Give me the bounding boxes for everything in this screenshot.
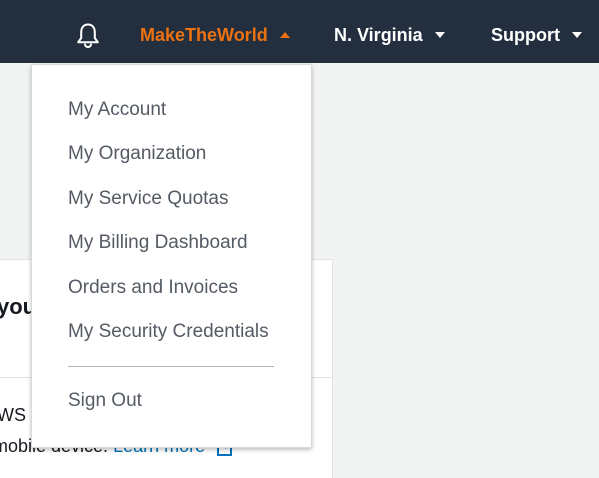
sign-out-button[interactable]: Sign Out bbox=[68, 389, 142, 413]
account-menu-toggle[interactable]: MakeTheWorld bbox=[140, 24, 290, 46]
account-dropdown-menu: My Account My Organization My Service Qu… bbox=[31, 64, 312, 448]
menu-item-my-billing-dashboard[interactable]: My Billing Dashboard bbox=[68, 231, 248, 255]
region-selector[interactable]: N. Virginia bbox=[334, 24, 445, 46]
menu-item-my-service-quotas[interactable]: My Service Quotas bbox=[68, 187, 229, 211]
support-menu[interactable]: Support bbox=[491, 24, 582, 46]
caret-down-icon bbox=[434, 31, 445, 38]
region-label: N. Virginia bbox=[334, 25, 423, 45]
menu-item-my-organization[interactable]: My Organization bbox=[68, 142, 206, 166]
menu-item-my-account[interactable]: My Account bbox=[68, 98, 166, 122]
top-navigation-bar: MakeTheWorld N. Virginia Support bbox=[0, 0, 599, 63]
card-text-line: WS bbox=[0, 405, 26, 425]
console-page: MakeTheWorld N. Virginia Support you WS … bbox=[0, 0, 599, 478]
support-label: Support bbox=[491, 25, 560, 45]
caret-up-icon bbox=[279, 31, 290, 38]
menu-item-my-security-credentials[interactable]: My Security Credentials bbox=[68, 320, 269, 344]
caret-down-icon bbox=[572, 31, 582, 38]
menu-separator bbox=[68, 366, 274, 367]
bell-icon[interactable] bbox=[74, 21, 102, 49]
menu-item-orders-and-invoices[interactable]: Orders and Invoices bbox=[68, 276, 238, 300]
account-name: MakeTheWorld bbox=[140, 25, 268, 45]
